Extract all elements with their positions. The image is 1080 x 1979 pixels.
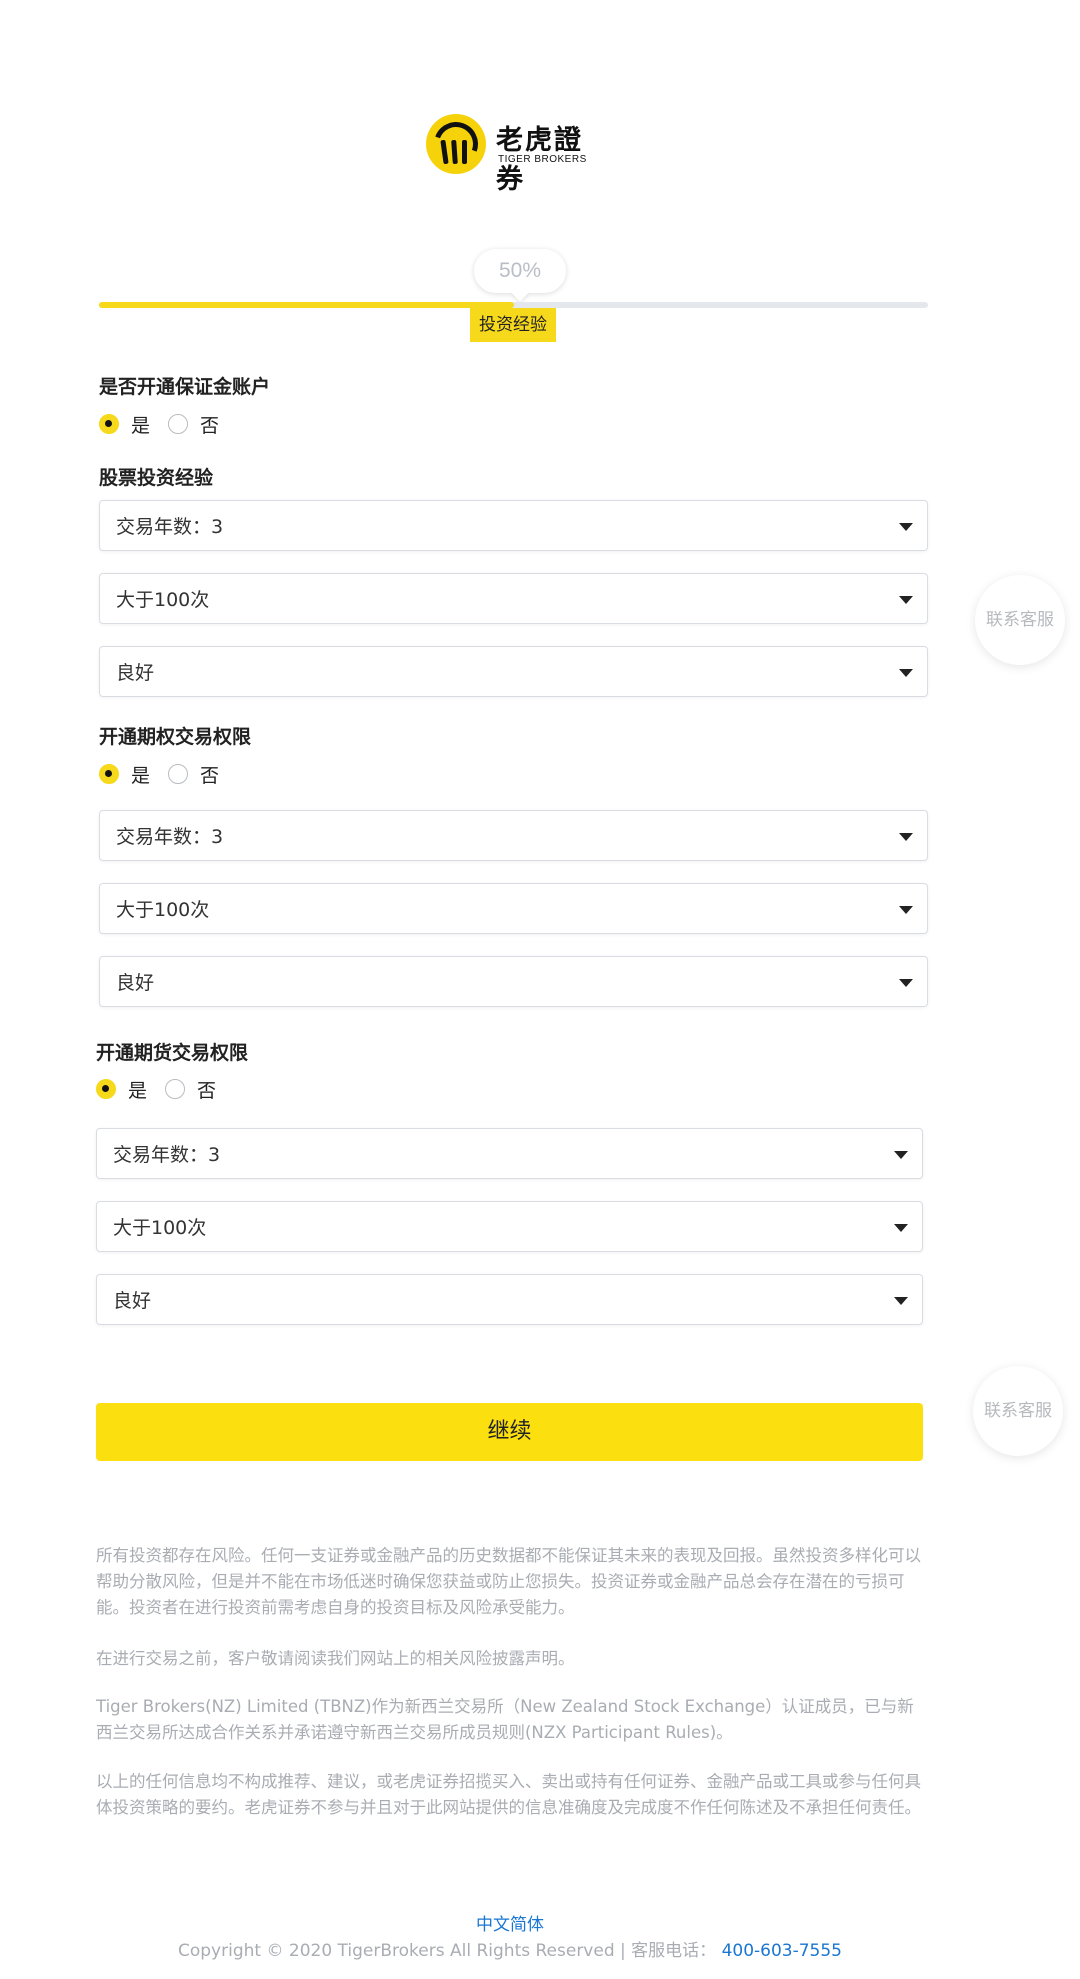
logo-text-en: TIGER BROKERS — [498, 154, 587, 165]
tiger-logo-icon — [426, 114, 486, 174]
futures-frequency-select[interactable]: 大于100次 — [96, 1201, 923, 1252]
futures-radio-group: 是 否 — [96, 1075, 234, 1103]
options-knowledge-select[interactable]: 良好 — [99, 956, 928, 1007]
risk-disclosure-notice: 在进行交易之前，客户敬请阅读我们网站上的相关风险披露声明。 — [96, 1649, 575, 1668]
chevron-down-icon — [899, 833, 913, 841]
risk-disclaimer-paragraph: 所有投资都存在风险。任何一支证券或金融产品的历史数据都不能保证其未来的表现及回报… — [96, 1546, 921, 1617]
futures-permission-title: 开通期货交易权限 — [96, 1042, 249, 1064]
margin-account-radio-group: 是 否 — [99, 410, 237, 438]
options-years-select[interactable]: 交易年数：3 — [99, 810, 928, 861]
stock-years-select[interactable]: 交易年数：3 — [99, 500, 928, 551]
options-frequency-value: 大于100次 — [116, 899, 210, 921]
margin-no-radio[interactable] — [168, 414, 189, 434]
stock-years-value: 交易年数：3 — [116, 516, 224, 538]
stock-knowledge-value: 良好 — [116, 662, 155, 684]
margin-yes-label[interactable]: 是 — [131, 411, 150, 438]
options-years-value: 交易年数：3 — [116, 826, 224, 848]
customer-service-button-bottom[interactable]: 联系客服 — [973, 1366, 1063, 1456]
nzx-membership-statement: Tiger Brokers(NZ) Limited (TBNZ)作为新西兰交易所… — [96, 1697, 914, 1742]
futures-years-select[interactable]: 交易年数：3 — [96, 1128, 923, 1179]
stock-frequency-select[interactable]: 大于100次 — [99, 573, 928, 624]
progress-step-label: 投资经验 — [470, 308, 556, 342]
stock-experience-title: 股票投资经验 — [99, 467, 214, 489]
chevron-down-icon — [899, 669, 913, 677]
footer-copyright: Copyright © 2020 TigerBrokers All Rights… — [0, 1936, 1020, 1961]
futures-years-value: 交易年数：3 — [113, 1144, 221, 1166]
chevron-down-icon — [899, 523, 913, 531]
chevron-down-icon — [899, 979, 913, 987]
chevron-down-icon — [894, 1297, 908, 1305]
continue-button[interactable]: 继续 — [96, 1403, 923, 1461]
customer-service-button[interactable]: 联系客服 — [975, 575, 1065, 665]
chevron-down-icon — [894, 1151, 908, 1159]
language-switch-link[interactable]: 中文简体 — [0, 1910, 1020, 1935]
progress-percent-bubble: 50% — [474, 249, 566, 293]
futures-yes-label[interactable]: 是 — [128, 1076, 147, 1103]
margin-account-title: 是否开通保证金账户 — [99, 376, 271, 398]
margin-no-label[interactable]: 否 — [200, 411, 219, 438]
chevron-down-icon — [899, 596, 913, 604]
progress-fill — [99, 302, 514, 308]
chevron-down-icon — [894, 1224, 908, 1232]
stock-frequency-value: 大于100次 — [116, 589, 210, 611]
options-frequency-select[interactable]: 大于100次 — [99, 883, 928, 934]
futures-no-radio[interactable] — [165, 1079, 186, 1099]
futures-yes-radio[interactable] — [96, 1079, 116, 1099]
futures-frequency-value: 大于100次 — [113, 1217, 207, 1239]
copyright-text: Copyright © 2020 TigerBrokers All Rights… — [178, 1941, 717, 1961]
no-recommendation-statement: 以上的任何信息均不构成推荐、建议，或老虎证券招揽买入、卖出或持有任何证券、金融产… — [96, 1772, 921, 1817]
options-yes-radio[interactable] — [99, 764, 119, 784]
logo: 老虎證券 TIGER BROKERS — [426, 114, 606, 195]
options-permission-title: 开通期权交易权限 — [99, 726, 252, 748]
options-knowledge-value: 良好 — [116, 972, 155, 994]
futures-no-label[interactable]: 否 — [197, 1076, 216, 1103]
options-no-radio[interactable] — [168, 764, 189, 784]
futures-knowledge-value: 良好 — [113, 1290, 152, 1312]
options-radio-group: 是 否 — [99, 760, 237, 788]
stock-knowledge-select[interactable]: 良好 — [99, 646, 928, 697]
options-no-label[interactable]: 否 — [200, 761, 219, 788]
chevron-down-icon — [899, 906, 913, 914]
margin-yes-radio[interactable] — [99, 414, 119, 434]
customer-service-phone-link[interactable]: 400-603-7555 — [722, 1941, 842, 1961]
options-yes-label[interactable]: 是 — [131, 761, 150, 788]
futures-knowledge-select[interactable]: 良好 — [96, 1274, 923, 1325]
